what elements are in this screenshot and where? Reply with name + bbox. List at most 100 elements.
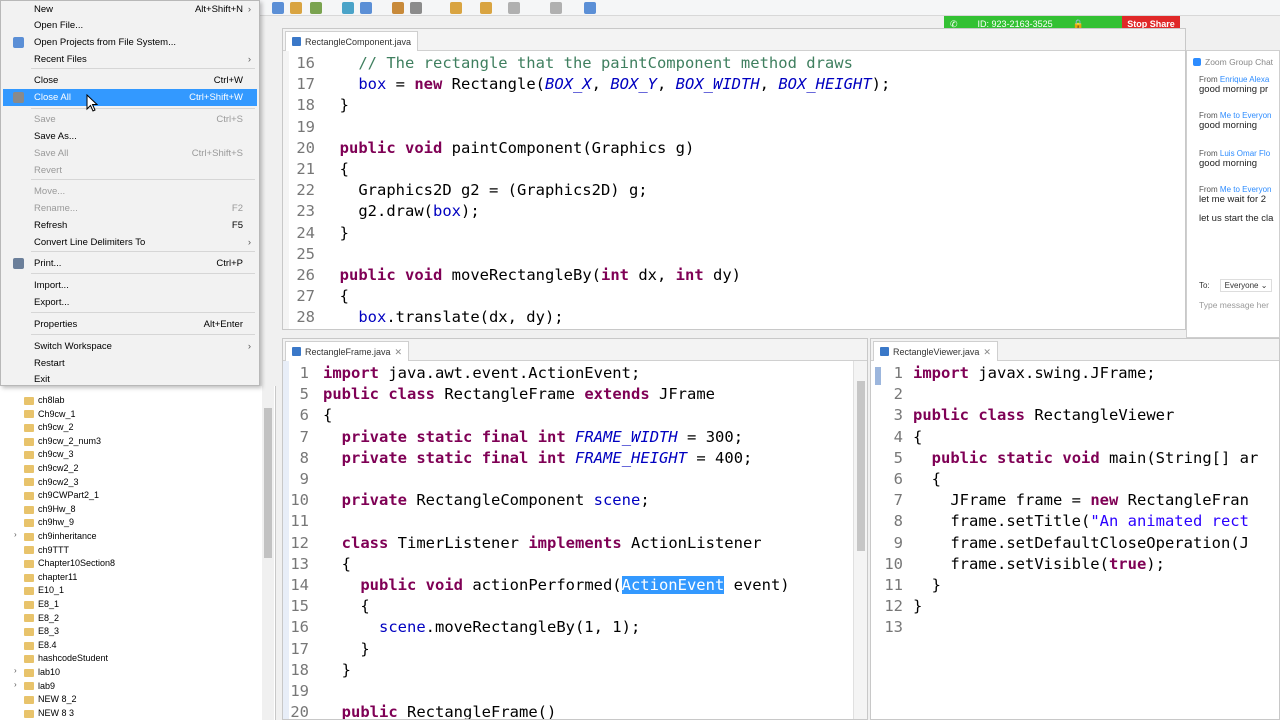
- explorer-project-item[interactable]: ch9Hw_8: [24, 503, 76, 517]
- code-line[interactable]: 4{: [871, 427, 1279, 448]
- code-line[interactable]: 5 public static void main(String[] ar: [871, 448, 1279, 469]
- file-menu-item-save-all[interactable]: Save All Ctrl+Shift+S: [3, 145, 257, 162]
- code-line[interactable]: 13 {: [283, 554, 867, 575]
- chat-sender[interactable]: Me to Everyon: [1220, 185, 1272, 194]
- toolbar-open-icon[interactable]: [290, 2, 302, 14]
- file-menu-item-close-all[interactable]: Close All Ctrl+Shift+W: [3, 89, 257, 106]
- file-menu-item-restart[interactable]: Restart: [3, 355, 257, 372]
- close-icon[interactable]: ✕: [395, 343, 403, 361]
- close-icon[interactable]: ✕: [983, 343, 991, 361]
- code-line[interactable]: 2: [871, 384, 1279, 405]
- code-line[interactable]: 20 public RectangleFrame(): [283, 702, 867, 719]
- toolbar-build-icon[interactable]: [310, 2, 322, 14]
- explorer-project-item[interactable]: NEW 8_2: [24, 693, 77, 707]
- expand-arrow-icon[interactable]: ›: [14, 666, 17, 675]
- file-menu-item-print[interactable]: Print... Ctrl+P: [3, 255, 257, 272]
- code-line[interactable]: 18 }: [283, 660, 867, 681]
- chat-sender[interactable]: Luis Omar Flo: [1220, 149, 1270, 158]
- code-line[interactable]: 11: [283, 511, 867, 532]
- file-menu-item-switch-workspace[interactable]: Switch Workspace ›: [3, 338, 257, 355]
- explorer-project-item[interactable]: hashcodeStudent: [24, 652, 108, 666]
- code-line[interactable]: 19: [283, 681, 867, 702]
- code-line[interactable]: 26 public void moveRectangleBy(int dx, i…: [283, 265, 1185, 286]
- code-line[interactable]: 15 {: [283, 596, 867, 617]
- code-line[interactable]: 27 {: [283, 286, 1185, 307]
- code-line[interactable]: 12 class TimerListener implements Action…: [283, 533, 867, 554]
- code-line[interactable]: 10 frame.setVisible(true);: [871, 554, 1279, 575]
- toolbar-save-icon[interactable]: [272, 2, 284, 14]
- explorer-project-item[interactable]: E8_1: [24, 598, 59, 612]
- code-line[interactable]: 22 Graphics2D g2 = (Graphics2D) g;: [283, 180, 1185, 201]
- code-line[interactable]: 18 }: [283, 95, 1185, 116]
- chat-sender[interactable]: Me to Everyon: [1220, 111, 1272, 120]
- tab-rectangle-frame[interactable]: RectangleFrame.java ✕: [285, 341, 410, 361]
- tab-rectangle-component[interactable]: RectangleComponent.java: [285, 31, 419, 51]
- chat-recipient-select[interactable]: Everyone ⌄: [1219, 279, 1273, 292]
- toolbar-run-icon[interactable]: [360, 2, 372, 14]
- file-menu-item-revert[interactable]: Revert: [3, 162, 257, 179]
- editor-rectangle-viewer[interactable]: RectangleViewer.java ✕ 1 import javax.swi…: [870, 338, 1280, 720]
- toolbar-next-annotation-icon[interactable]: [480, 2, 492, 14]
- code-line[interactable]: 7 private static final int FRAME_WIDTH =…: [283, 427, 867, 448]
- file-menu-item-export[interactable]: Export...: [3, 294, 257, 311]
- explorer-project-item[interactable]: ch9TTT: [24, 544, 69, 558]
- code-line[interactable]: 16 // The rectangle that the paintCompon…: [283, 53, 1185, 74]
- code-line[interactable]: 8 private static final int FRAME_HEIGHT …: [283, 448, 867, 469]
- toolbar-debug-icon[interactable]: [342, 2, 354, 14]
- explorer-project-item[interactable]: E8.4: [24, 639, 57, 653]
- file-menu-item-import[interactable]: Import...: [3, 277, 257, 294]
- code-area[interactable]: 16 // The rectangle that the paintCompon…: [283, 51, 1185, 329]
- explorer-project-item[interactable]: E8_2: [24, 612, 59, 626]
- code-line[interactable]: 16 scene.moveRectangleBy(1, 1);: [283, 617, 867, 638]
- file-menu-item-rename[interactable]: Rename... F2: [3, 200, 257, 217]
- toolbar-search-icon[interactable]: [392, 2, 404, 14]
- file-menu-item-recent-files[interactable]: Recent Files ›: [3, 51, 257, 68]
- code-line[interactable]: 21 {: [283, 159, 1185, 180]
- code-line[interactable]: 1 import java.awt.event.ActionEvent;: [283, 363, 867, 384]
- code-line[interactable]: 3 public class RectangleViewer: [871, 405, 1279, 426]
- tab-rectangle-viewer[interactable]: RectangleViewer.java ✕: [873, 341, 998, 361]
- toolbar-back-icon[interactable]: [508, 2, 520, 14]
- explorer-project-item[interactable]: ch9inheritance: [24, 530, 97, 544]
- file-menu-item-close[interactable]: Close Ctrl+W: [3, 72, 257, 89]
- file-menu-item-properties[interactable]: Properties Alt+Enter: [3, 316, 257, 333]
- file-menu-item-convert-line-delimiters-to[interactable]: Convert Line Delimiters To ›: [3, 234, 257, 251]
- explorer-project-item[interactable]: E10_1: [24, 584, 64, 598]
- explorer-project-item[interactable]: ch9cw_2: [24, 421, 74, 435]
- editor-rectangle-frame[interactable]: RectangleFrame.java ✕ 1 import java.awt.e…: [282, 338, 868, 720]
- code-line[interactable]: 14 public void actionPerformed(ActionEve…: [283, 575, 867, 596]
- explorer-project-item[interactable]: ch9CWPart2_1: [24, 489, 99, 503]
- code-line[interactable]: 11 }: [871, 575, 1279, 596]
- file-menu-item-open-projects-from-file-system[interactable]: Open Projects from File System...: [3, 34, 257, 51]
- code-line[interactable]: 9 frame.setDefaultCloseOperation(J: [871, 533, 1279, 554]
- code-area[interactable]: 1 import java.awt.event.ActionEvent; 5 publ…: [283, 361, 867, 719]
- explorer-project-item[interactable]: lab10: [24, 666, 60, 680]
- file-menu-item-exit[interactable]: Exit: [3, 371, 257, 388]
- explorer-project-item[interactable]: ch8lab: [24, 394, 65, 408]
- explorer-project-item[interactable]: lab9: [24, 680, 55, 694]
- chat-sender[interactable]: Enrique Alexa: [1220, 75, 1269, 84]
- explorer-scrollbar[interactable]: [262, 386, 274, 720]
- chat-message-input[interactable]: Type message her: [1199, 300, 1269, 310]
- explorer-project-item[interactable]: ch9cw_2_num3: [24, 435, 101, 449]
- explorer-project-item[interactable]: chapter11: [24, 571, 77, 585]
- code-line[interactable]: 7 JFrame frame = new RectangleFran: [871, 490, 1279, 511]
- explorer-project-item[interactable]: NEW 8 3: [24, 707, 74, 720]
- explorer-project-item[interactable]: Chapter10Section8: [24, 557, 115, 571]
- file-menu-item-save[interactable]: Save Ctrl+S: [3, 111, 257, 128]
- code-line[interactable]: 8 frame.setTitle("An animated rect: [871, 511, 1279, 532]
- code-line[interactable]: 19: [283, 117, 1185, 138]
- file-menu-item-save-as[interactable]: Save As...: [3, 128, 257, 145]
- explorer-project-item[interactable]: E8_3: [24, 625, 59, 639]
- file-menu-item-open-file[interactable]: Open File...: [3, 17, 257, 34]
- code-line[interactable]: 20 public void paintComponent(Graphics g…: [283, 138, 1185, 159]
- code-area[interactable]: 1 import javax.swing.JFrame; 2 3 public clas…: [871, 361, 1279, 719]
- explorer-project-item[interactable]: Ch9cw_1: [24, 408, 76, 422]
- toolbar-forward-icon[interactable]: [550, 2, 562, 14]
- toolbar-nav-icon[interactable]: [450, 2, 462, 14]
- vertical-scrollbar[interactable]: [853, 361, 867, 719]
- expand-arrow-icon[interactable]: ›: [14, 530, 17, 539]
- code-line[interactable]: 6{: [283, 405, 867, 426]
- code-line[interactable]: 5 public class RectangleFrame extends JFr…: [283, 384, 867, 405]
- code-line[interactable]: 12}: [871, 596, 1279, 617]
